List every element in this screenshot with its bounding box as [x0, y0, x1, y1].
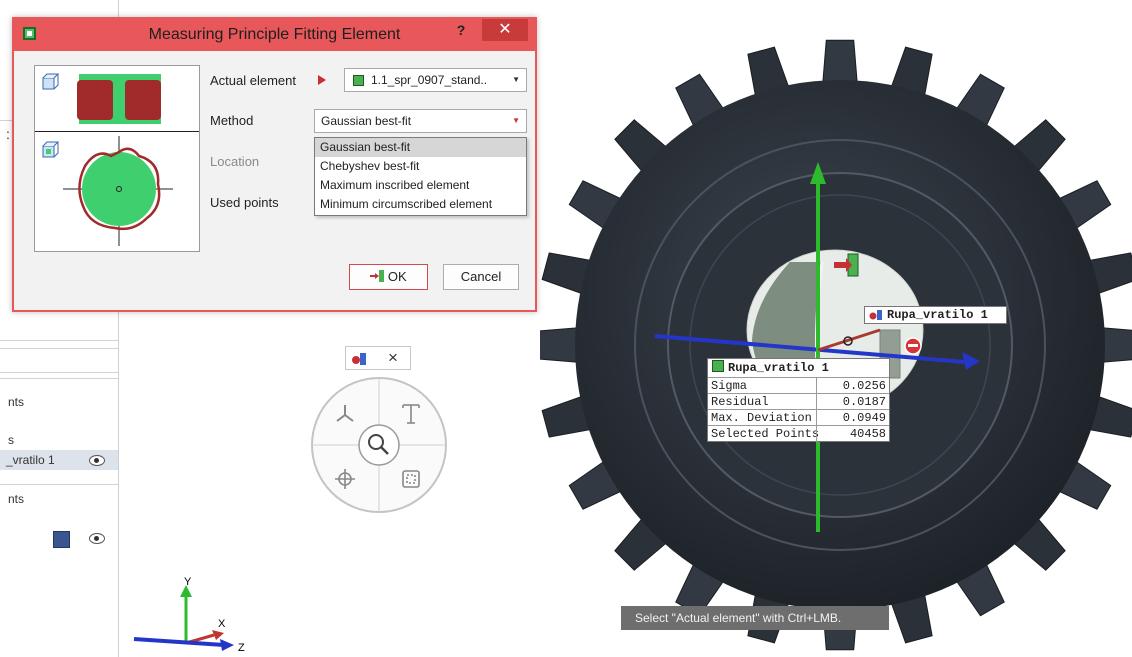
deviation-marker-bar: [908, 344, 918, 347]
close-icon[interactable]: ×: [388, 348, 398, 368]
tree-item-selected[interactable]: _vratilo 1: [0, 450, 118, 470]
panel-fragment-text: :: [6, 126, 10, 142]
element-label: Rupa_vratilo 1: [887, 308, 988, 322]
row-name: Sigma: [711, 379, 748, 393]
row-value: 40458: [849, 427, 886, 441]
z-axis-arrow: [220, 639, 234, 651]
element-label-tag[interactable]: Rupa_vratilo 1: [864, 306, 1007, 324]
method-select[interactable]: Gaussian best-fit ▼: [314, 109, 527, 133]
tree-item-label[interactable]: nts: [8, 492, 24, 506]
row-name: Residual: [711, 395, 769, 409]
table-row: Selected Points 40458: [708, 425, 889, 442]
radial-tool-menu: [311, 377, 447, 513]
preview-divider: [35, 131, 199, 132]
grid-icon: [353, 75, 364, 86]
panel-divider: [0, 348, 118, 349]
dialog-titlebar[interactable]: Measuring Principle Fitting Element ? ✕: [14, 19, 535, 51]
z-axis: [133, 637, 225, 647]
method-option[interactable]: Chebyshev best-fit: [315, 157, 526, 176]
chevron-down-icon: ▼: [512, 116, 520, 125]
ok-label: OK: [387, 269, 407, 284]
fitting-element-dialog: Measuring Principle Fitting Element ? ✕ …: [12, 17, 537, 312]
measured-right: [125, 80, 161, 120]
fit-element-icon: [869, 310, 882, 320]
close-button[interactable]: ✕: [482, 19, 528, 41]
radial-tool-header: ×: [345, 346, 411, 370]
measured-left: [77, 80, 113, 120]
table-row: Sigma 0.0256: [708, 377, 889, 394]
table-row: Max. Deviation 0.0949: [708, 409, 889, 426]
actual-element-select[interactable]: 1.1_spr_0907_stand.. ▼: [344, 68, 527, 92]
tree-item-label[interactable]: s: [8, 433, 14, 447]
actual-element-value: 1.1_spr_0907_stand..: [371, 73, 488, 87]
method-value: Gaussian best-fit: [321, 114, 412, 128]
tree-item-label: _vratilo 1: [6, 453, 55, 467]
row-name: Max. Deviation: [711, 411, 812, 425]
coordinate-axes-gizmo: Y X Z: [133, 576, 245, 654]
panel-divider: [0, 484, 118, 485]
method-option[interactable]: Minimum circumscribed element: [315, 195, 526, 214]
apply-icon: [370, 270, 385, 282]
method-preview: [34, 65, 200, 252]
help-button[interactable]: ?: [451, 22, 471, 42]
z-axis-label: Z: [238, 642, 245, 654]
actual-element-label: Actual element: [210, 73, 296, 88]
cube-icon: [42, 73, 60, 90]
used-points-label: Used points: [210, 195, 279, 210]
chevron-down-icon: ▼: [512, 75, 520, 84]
cancel-button[interactable]: Cancel: [443, 264, 519, 290]
info-table-title: Rupa_vratilo 1: [728, 361, 829, 375]
method-option[interactable]: Maximum inscribed element: [315, 176, 526, 195]
panel-divider: [0, 372, 118, 373]
location-label: Location: [210, 154, 260, 169]
pick-arrow-icon[interactable]: [318, 75, 326, 85]
row-value: 0.0256: [842, 379, 886, 393]
3d-viewport[interactable]: [540, 0, 1132, 657]
row-value: 0.0949: [842, 411, 886, 425]
method-label: Method: [210, 113, 254, 128]
row-value: 0.0187: [842, 395, 886, 409]
fit-circle: [82, 152, 156, 226]
zoom-button[interactable]: [358, 424, 400, 466]
table-row: Residual 0.0187: [708, 393, 889, 410]
cube-icon: [42, 141, 60, 158]
color-swatch[interactable]: [53, 531, 70, 548]
y-axis-label: Y: [184, 576, 192, 588]
method-dropdown-list: Gaussian best-fit Chebyshev best-fit Max…: [314, 137, 527, 216]
info-table[interactable]: Rupa_vratilo 1 Sigma 0.0256 Residual 0.018…: [707, 358, 890, 442]
status-tooltip: Select "Actual element" with Ctrl+LMB.: [621, 606, 889, 630]
x-axis-label: X: [218, 618, 226, 630]
preview-illustration: [42, 73, 173, 246]
ok-button[interactable]: OK: [349, 264, 428, 290]
visibility-eye-icon[interactable]: [89, 533, 105, 544]
fit-element-icon: [712, 360, 724, 372]
fit-element-icon: [352, 353, 366, 365]
panel-divider: [0, 378, 118, 379]
visibility-eye-icon[interactable]: [89, 455, 105, 466]
info-table-header: Rupa_vratilo 1: [708, 359, 889, 377]
row-name: Selected Points: [711, 427, 820, 441]
method-option[interactable]: Gaussian best-fit: [315, 138, 526, 157]
tree-item-label[interactable]: nts: [8, 395, 24, 409]
panel-divider: [0, 340, 118, 341]
